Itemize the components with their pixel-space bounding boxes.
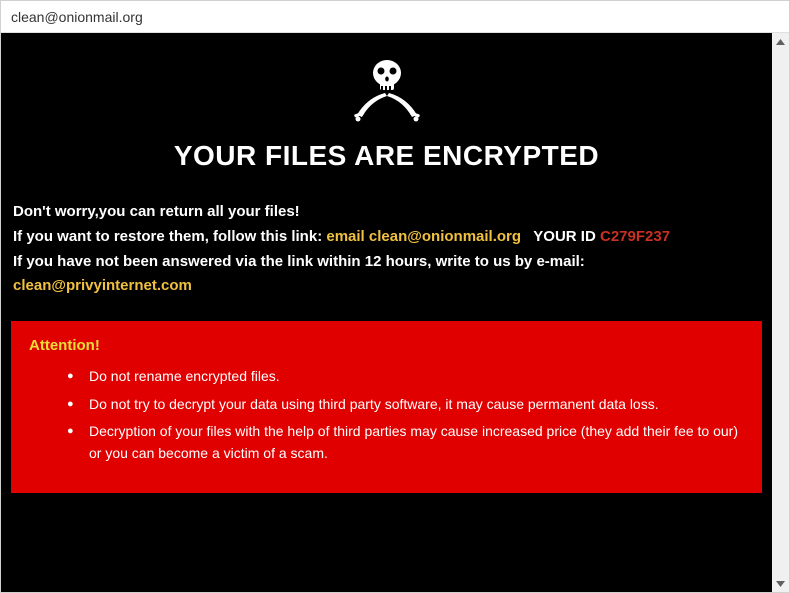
- application-window: clean@onionmail.org: [0, 0, 790, 593]
- ransom-note: YOUR FILES ARE ENCRYPTED Don't worry,you…: [1, 33, 772, 592]
- instructions-block: Don't worry,you can return all your file…: [11, 200, 762, 299]
- your-id-value: C279F237: [600, 228, 670, 245]
- scroll-up-arrow-icon[interactable]: [772, 33, 789, 50]
- list-item: Do not try to decrypt your data using th…: [71, 394, 744, 416]
- vertical-scrollbar[interactable]: [772, 33, 789, 592]
- email-link-secondary: clean@privyinternet.com: [13, 277, 192, 294]
- titlebar[interactable]: clean@onionmail.org: [1, 1, 789, 33]
- list-item: Do not rename encrypted files.: [71, 366, 744, 388]
- scroll-down-arrow-icon[interactable]: [772, 575, 789, 592]
- skull-swords-icon: [11, 53, 762, 128]
- list-item: Decryption of your files with the help o…: [71, 421, 744, 464]
- attention-heading: Attention!: [29, 337, 744, 354]
- window-title: clean@onionmail.org: [11, 9, 143, 25]
- your-id-label: YOUR ID: [533, 228, 596, 245]
- attention-list: Do not rename encrypted files. Do not tr…: [29, 366, 744, 465]
- main-heading: YOUR FILES ARE ENCRYPTED: [11, 140, 762, 172]
- instruction-line-1: Don't worry,you can return all your file…: [13, 200, 760, 225]
- instruction-line-2: If you want to restore them, follow this…: [13, 225, 760, 250]
- instruction-line-3: If you have not been answered via the li…: [13, 250, 760, 300]
- attention-box: Attention! Do not rename encrypted files…: [11, 321, 762, 493]
- content-area: YOUR FILES ARE ENCRYPTED Don't worry,you…: [1, 33, 789, 592]
- email-link-primary: email clean@onionmail.org: [326, 228, 525, 245]
